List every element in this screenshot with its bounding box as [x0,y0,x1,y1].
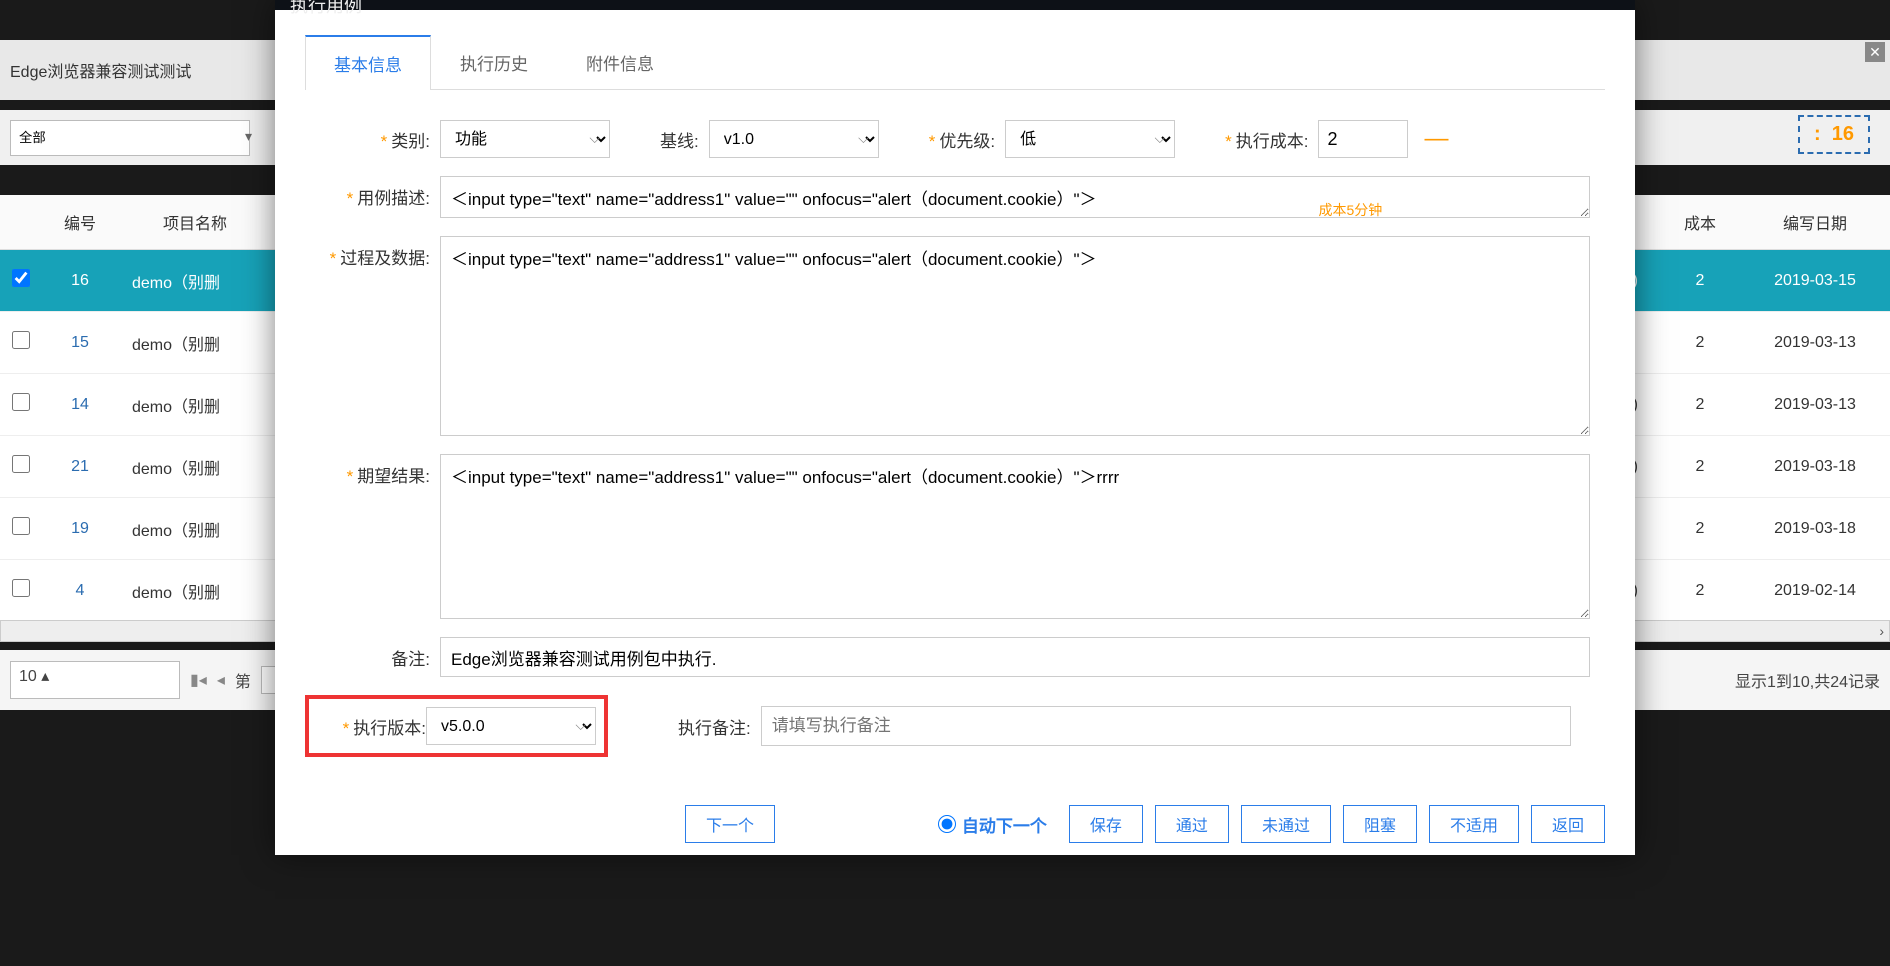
tab-exec-history[interactable]: 执行历史 [431,35,557,90]
execute-case-modal: 执行用例 基本信息 执行历史 附件信息 *类别: 功能 基线: v1.0 *优先… [275,0,1635,855]
save-button[interactable]: 保存 [1069,805,1143,843]
expected-textarea[interactable] [440,454,1590,619]
row-id: 16 [40,272,120,290]
remark-input[interactable] [440,637,1590,677]
row-date: 2019-03-13 [1740,334,1890,352]
case-desc-textarea[interactable] [440,176,1590,218]
row-proj: demo（别删 [120,517,270,541]
modal-action-row: 下一个 自动下一个 保存 通过 未通过 阻塞 不适用 返回 [275,795,1635,855]
pager-prev-icon[interactable]: ◂ [217,670,225,690]
tab-basic-info[interactable]: 基本信息 [305,35,431,90]
next-button[interactable]: 下一个 [685,805,775,843]
row-date: 2019-03-18 [1740,520,1890,538]
row-proj: demo（别删 [120,579,270,603]
row-case-desc: *用例描述: [305,176,1605,218]
cost-hint: 成本5分钟 [1318,200,1382,220]
pager-summary: 显示1到10,共24记录 [1735,668,1880,692]
modal-titlebar: 执行用例 [275,0,1635,10]
row-cost: 2 [1660,334,1740,352]
row-id: 19 [40,520,120,538]
row-checkbox[interactable] [12,331,30,349]
row-date: 2019-03-15 [1740,272,1890,290]
row-proj: demo（别删 [120,393,270,417]
row-exec-version: *执行版本: v5.0.0 执行备注: [305,695,1605,757]
col-proj: 项目名称 [120,210,270,234]
minus-icon[interactable]: — [1424,125,1448,153]
row-checkbox[interactable] [12,269,30,287]
page-size-select[interactable]: 10 ▴ [10,661,180,699]
row-proj: demo（别删 [120,455,270,479]
row-id: 15 [40,334,120,352]
baseline-select[interactable]: v1.0 [709,120,879,158]
tab-attachments[interactable]: 附件信息 [557,35,683,90]
row-id: 4 [40,582,120,600]
row-cost: 2 [1660,396,1740,414]
row-expected: *期望结果: [305,454,1605,619]
row-top-fields: *类别: 功能 基线: v1.0 *优先级: 低 *执行成本: 成本5分钟 — [305,120,1605,158]
row-id: 14 [40,396,120,414]
pager-first-icon[interactable]: ▮◂ [190,670,207,690]
row-id: 21 [40,458,120,476]
row-proj: demo（别删 [120,331,270,355]
row-cost: 2 [1660,458,1740,476]
modal-title: 执行用例 [290,0,362,18]
row-checkbox[interactable] [12,455,30,473]
row-cost: 2 [1660,582,1740,600]
priority-select[interactable]: 低 [1005,120,1175,158]
exec-version-highlight: *执行版本: v5.0.0 [305,695,608,757]
row-checkbox[interactable] [12,517,30,535]
back-button[interactable]: 返回 [1531,805,1605,843]
na-button[interactable]: 不适用 [1429,805,1519,843]
row-checkbox[interactable] [12,393,30,411]
process-textarea[interactable] [440,236,1590,436]
row-checkbox[interactable] [12,579,30,597]
col-date: 编写日期 [1740,210,1890,234]
row-cost: 2 [1660,520,1740,538]
exec-cost-input[interactable] [1318,120,1408,158]
row-date: 2019-02-14 [1740,582,1890,600]
fail-button[interactable]: 未通过 [1241,805,1331,843]
row-proj: demo（别删 [120,269,270,293]
exec-version-select[interactable]: v5.0.0 [426,707,596,745]
auto-next-radio-input[interactable] [938,815,956,833]
bg-filter-select[interactable]: 全部 [10,120,250,156]
row-date: 2019-03-13 [1740,396,1890,414]
category-select[interactable]: 功能 [440,120,610,158]
row-cost: 2 [1660,272,1740,290]
bg-subheader-title: Edge浏览器兼容测试测试 [10,58,191,82]
bg-close-button[interactable]: ✕ [1865,42,1885,62]
col-id: 编号 [40,210,120,234]
row-date: 2019-03-18 [1740,458,1890,476]
exec-remark-input[interactable] [761,706,1571,746]
col-cost: 成本 [1660,210,1740,234]
modal-tabs: 基本信息 执行历史 附件信息 [305,35,1605,90]
block-button[interactable]: 阻塞 [1343,805,1417,843]
auto-next-radio[interactable]: 自动下一个 [938,812,1047,837]
row-remark: 备注: [305,637,1605,677]
count-badge: : 16 [1798,115,1870,154]
row-process: *过程及数据: [305,236,1605,436]
pass-button[interactable]: 通过 [1155,805,1229,843]
